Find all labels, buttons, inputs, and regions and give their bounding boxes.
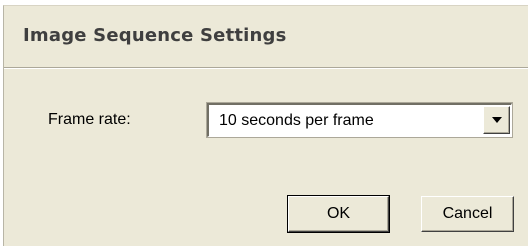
cancel-button[interactable]: Cancel (421, 196, 514, 232)
dialog-title: Image Sequence Settings (23, 25, 287, 46)
frame-rate-select[interactable]: 10 seconds per frame (207, 103, 512, 137)
image-sequence-settings-dialog: Image Sequence Settings Frame rate: 10 s… (3, 5, 528, 246)
title-divider (4, 67, 528, 69)
frame-rate-selected-value: 10 seconds per frame (219, 112, 374, 129)
screen: Image Sequence Settings Frame rate: 10 s… (0, 0, 528, 246)
frame-rate-dropdown-button[interactable] (483, 106, 510, 134)
ok-button[interactable]: OK (287, 195, 390, 233)
chevron-down-icon (492, 117, 502, 123)
frame-rate-label: Frame rate: (48, 111, 131, 128)
